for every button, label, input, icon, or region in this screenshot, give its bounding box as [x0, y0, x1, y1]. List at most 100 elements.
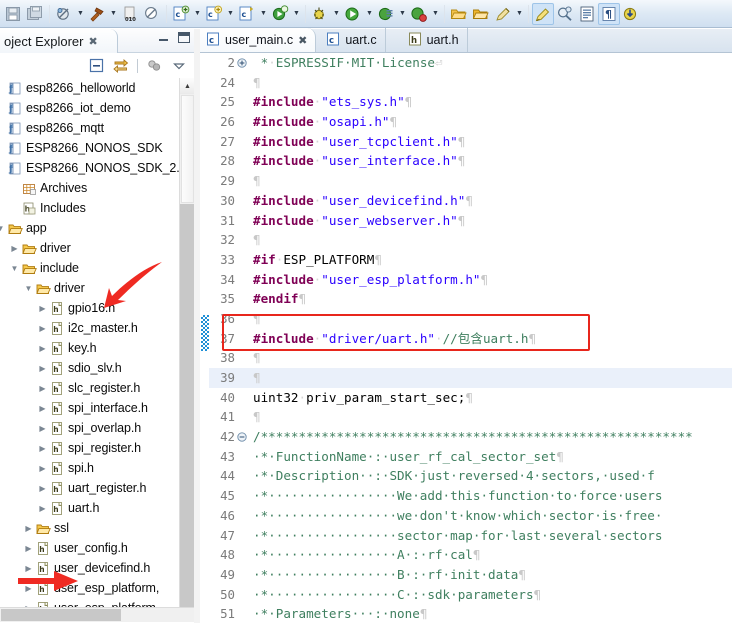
- tree-item-uart-register-h[interactable]: ▶ h uart_register.h: [0, 478, 172, 498]
- vscroll-thumb[interactable]: [181, 95, 194, 203]
- maximize-icon[interactable]: [178, 32, 190, 43]
- code-line[interactable]: 30 #include·"user_devicefind.h"¶: [209, 191, 732, 211]
- vscroll-track[interactable]: [180, 204, 194, 622]
- chevron-right-icon[interactable]: ▶: [36, 458, 49, 478]
- download-button[interactable]: [620, 3, 642, 25]
- tree-item-esp8266-mqtt[interactable]: ƒ esp8266_mqtt: [0, 118, 172, 138]
- external-tools-button[interactable]: [269, 3, 291, 25]
- project-explorer-hscrollbar[interactable]: [0, 607, 194, 622]
- code-line[interactable]: 36 ¶: [209, 309, 732, 329]
- skip-all-breakpoints-button[interactable]: [53, 3, 75, 25]
- chevron-down-icon[interactable]: ▼: [430, 3, 441, 25]
- disconnect-button[interactable]: [141, 3, 163, 25]
- code-line[interactable]: 34 #include·"user_esp_platform.h"¶: [209, 270, 732, 290]
- open-type-button[interactable]: [576, 3, 598, 25]
- new-cpp-project-button[interactable]: c: [203, 3, 225, 25]
- tree-item-app[interactable]: ▼ app: [0, 218, 172, 238]
- run-button[interactable]: [342, 3, 364, 25]
- highlight-marker-button[interactable]: [532, 2, 554, 25]
- close-icon[interactable]: ✖: [298, 34, 307, 47]
- code-line[interactable]: 47 ·*·················sector·map·for·last…: [209, 526, 732, 546]
- chevron-right-icon[interactable]: ▶: [22, 558, 35, 578]
- code-line[interactable]: 35 #endif¶: [209, 289, 732, 309]
- new-c-file-button[interactable]: c: [236, 3, 258, 25]
- code-line[interactable]: 42 /*************************************…: [209, 427, 732, 447]
- chevron-right-icon[interactable]: ▶: [36, 418, 49, 438]
- code-line[interactable]: 24 ¶: [209, 73, 732, 93]
- chevron-down-icon[interactable]: ▼: [75, 3, 86, 25]
- search-refactor-button[interactable]: [554, 3, 576, 25]
- tree-item-i2c-master-h[interactable]: ▶ h i2c_master.h: [0, 318, 172, 338]
- code-editor[interactable]: 2 *·ESPRESSIF·MIT·License⏎ 24 ¶ 25 #include·…: [200, 53, 732, 623]
- chevron-right-icon[interactable]: ▶: [22, 518, 35, 538]
- chevron-down-icon[interactable]: ▼: [0, 218, 7, 238]
- fold-expand-icon[interactable]: [235, 58, 249, 68]
- code-line[interactable]: 25 #include·"ets_sys.h"¶: [209, 92, 732, 112]
- chevron-right-icon[interactable]: ▶: [36, 338, 49, 358]
- chevron-down-icon[interactable]: ▼: [192, 3, 203, 25]
- chevron-down-icon[interactable]: ▼: [291, 3, 302, 25]
- chevron-right-icon[interactable]: ▶: [36, 358, 49, 378]
- tab-uart-h[interactable]: h uart.h: [386, 28, 468, 52]
- debug-button[interactable]: [309, 3, 331, 25]
- code-line[interactable]: 41 ¶: [209, 407, 732, 427]
- code-line[interactable]: 50 ·*·················C·:·sdk·parameters¶: [209, 585, 732, 605]
- tree-item-spi-register-h[interactable]: ▶ h spi_register.h: [0, 438, 172, 458]
- fold-collapse-icon[interactable]: [235, 432, 249, 442]
- tree-item-uart-h[interactable]: ▶ h uart.h: [0, 498, 172, 518]
- chevron-right-icon[interactable]: ▶: [22, 538, 35, 558]
- minimize-icon[interactable]: [158, 32, 170, 43]
- tree-item-spi-h[interactable]: ▶ h spi.h: [0, 458, 172, 478]
- code-line[interactable]: 27 #include·"user_tcpclient.h"¶: [209, 132, 732, 152]
- link-with-editor-button[interactable]: [111, 56, 130, 75]
- tree-item-gpio16-h[interactable]: ▶ h gpio16.h: [0, 298, 172, 318]
- code-line[interactable]: 26 #include·"osapi.h"¶: [209, 112, 732, 132]
- open-folder2-button[interactable]: [470, 3, 492, 25]
- tree-item-include[interactable]: ▼ include: [0, 258, 172, 278]
- focus-on-active-task-button[interactable]: [145, 56, 164, 75]
- code-line[interactable]: 31 #include·"user_webserver.h"¶: [209, 211, 732, 231]
- tree-item-esp8266-nonos-sdk-2-2-0[interactable]: ƒ ESP8266_NONOS_SDK_2.2.0: [0, 158, 194, 178]
- tree-item-user-config-h[interactable]: ▶ h user_config.h: [0, 538, 172, 558]
- chevron-down-icon[interactable]: ▼: [108, 3, 119, 25]
- chevron-down-icon[interactable]: ▼: [364, 3, 375, 25]
- chevron-right-icon[interactable]: ▶: [36, 478, 49, 498]
- chevron-right-icon[interactable]: ▶: [36, 298, 49, 318]
- chevron-right-icon[interactable]: ▶: [8, 238, 21, 258]
- chevron-down-icon[interactable]: ▼: [258, 3, 269, 25]
- code-line[interactable]: 43 ·*·FunctionName·:·user_rf_cal_sector_s…: [209, 447, 732, 467]
- profile-button[interactable]: [375, 3, 397, 25]
- coverage-button[interactable]: [408, 3, 430, 25]
- scroll-up-icon[interactable]: ▲: [180, 78, 194, 94]
- binary-010-button[interactable]: 010: [119, 3, 141, 25]
- code-line[interactable]: 39 ¶: [209, 368, 732, 388]
- tree-item-spi-overlap-h[interactable]: ▶ h spi_overlap.h: [0, 418, 172, 438]
- tree-item-esp8266-iot-demo[interactable]: ƒ esp8266_iot_demo: [0, 98, 172, 118]
- code-line[interactable]: 37 #include·"driver/uart.h"·//包含uart.h¶: [209, 329, 732, 349]
- build-hammer-button[interactable]: [86, 3, 108, 25]
- tab-uart-c[interactable]: c uart.c: [316, 28, 386, 52]
- project-explorer-vscrollbar[interactable]: ▲: [179, 78, 194, 622]
- chevron-down-icon[interactable]: ▼: [22, 278, 35, 298]
- tree-item-driver[interactable]: ▶ driver: [0, 238, 172, 258]
- code-line[interactable]: 28 #include·"user_interface.h"¶: [209, 151, 732, 171]
- chevron-right-icon[interactable]: ▶: [22, 578, 35, 598]
- code-line[interactable]: 32 ¶: [209, 230, 732, 250]
- code-line[interactable]: 48 ·*·················A·:·rf·cal¶: [209, 545, 732, 565]
- chevron-right-icon[interactable]: ▶: [36, 398, 49, 418]
- hscroll-thumb[interactable]: [1, 609, 121, 621]
- collapse-all-button[interactable]: [87, 56, 106, 75]
- chevron-down-icon[interactable]: ▼: [331, 3, 342, 25]
- code-line[interactable]: 45 ·*·················We·add·this·functio…: [209, 486, 732, 506]
- chevron-right-icon[interactable]: ▶: [36, 318, 49, 338]
- save-all-button[interactable]: [24, 3, 46, 25]
- chevron-right-icon[interactable]: ▶: [36, 378, 49, 398]
- code-line[interactable]: 33 #if·ESP_PLATFORM¶: [209, 250, 732, 270]
- pilcrow-whitespace-button[interactable]: ¶: [598, 2, 620, 25]
- code-line[interactable]: 40 uint32·priv_param_start_sec;¶: [209, 388, 732, 408]
- tree-item-user-esp-platform[interactable]: ▶ h user_esp_platform,: [0, 578, 172, 598]
- chevron-down-icon[interactable]: ▼: [397, 3, 408, 25]
- tree-item-key-h[interactable]: ▶ h key.h: [0, 338, 172, 358]
- code-line[interactable]: 51 ·*·Parameters···:·none¶: [209, 604, 732, 623]
- chevron-right-icon[interactable]: ▶: [36, 438, 49, 458]
